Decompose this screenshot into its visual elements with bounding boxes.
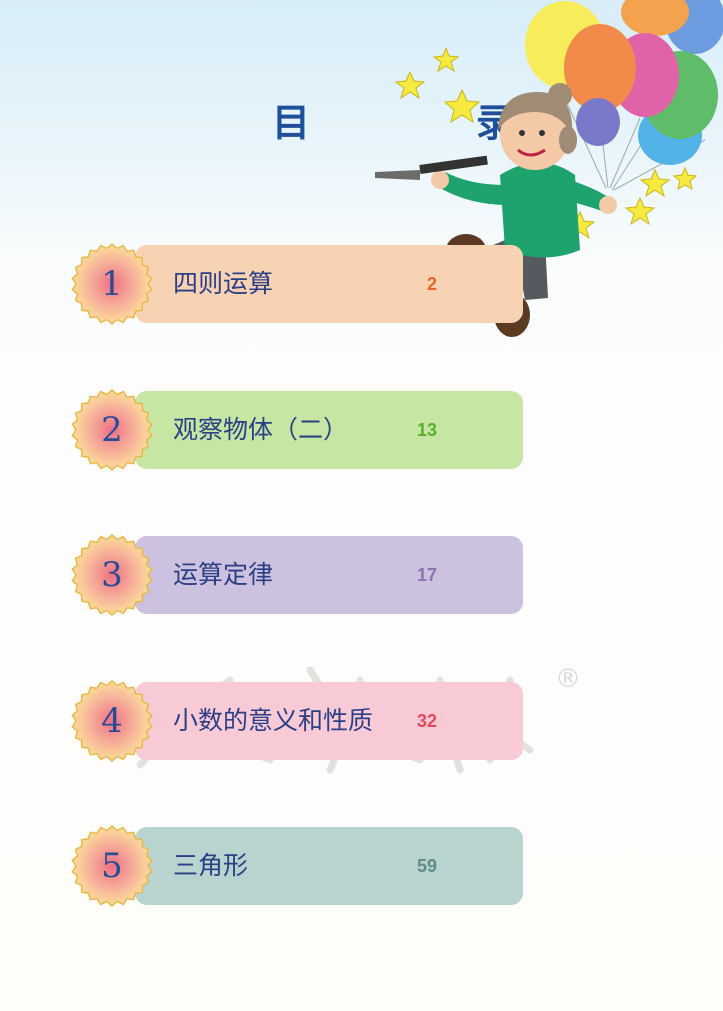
chapter-entry[interactable]: 5 三角形 59 (70, 824, 523, 908)
chapter-title: 观察物体（二） (173, 415, 349, 444)
chapter-title: 三角形 (173, 851, 249, 880)
chapter-page-number: 2 (426, 274, 437, 294)
star (432, 46, 460, 73)
chapter-number: 2 (101, 410, 123, 450)
star (394, 70, 426, 100)
chapter-title: 运算定律 (173, 560, 274, 589)
chapter-number: 5 (101, 846, 123, 886)
chapter-title: 四则运算 (173, 269, 274, 298)
chapter-page-number: 59 (416, 856, 437, 876)
balloon-purple (576, 98, 620, 146)
chapter-number: 4 (101, 701, 123, 741)
chapter-number: 1 (101, 264, 123, 304)
chapter-page-number: 32 (416, 711, 437, 731)
star (443, 88, 481, 124)
chapter-page-number: 17 (416, 565, 437, 585)
chapter-entry[interactable]: 1 四则运算 2 (70, 242, 523, 326)
star (624, 196, 656, 226)
chapter-entry[interactable]: 2 观察物体（二） 13 (70, 388, 523, 472)
chapter-page-number: 13 (416, 420, 437, 440)
registered-mark: ® (555, 664, 581, 694)
chapter-entry[interactable]: 3 运算定律 17 (70, 533, 523, 617)
chapter-title: 小数的意义和性质 (173, 706, 374, 735)
chapter-entry[interactable]: 4 小数的意义和性质 32 (70, 679, 523, 763)
star (672, 166, 698, 191)
star (639, 168, 671, 198)
chapter-number: 3 (101, 555, 123, 595)
